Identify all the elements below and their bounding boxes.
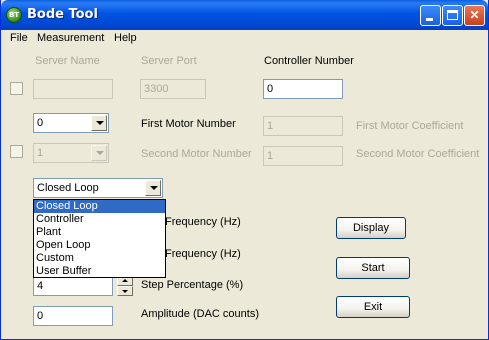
controller-number-field[interactable]: 0 — [263, 79, 343, 99]
second-motor-checkbox[interactable] — [10, 145, 23, 158]
menu-help[interactable]: Help — [114, 32, 137, 44]
minimize-button[interactable] — [420, 5, 441, 26]
menu-measurement-label: Measurement — [37, 32, 105, 44]
dropdown-option[interactable]: User Buffer — [34, 265, 165, 278]
dropdown-option[interactable]: Custom — [34, 252, 165, 265]
dropdown-option[interactable]: Closed Loop — [34, 200, 165, 213]
server-port-label: Server Port — [141, 55, 197, 67]
server-enable-checkbox[interactable] — [10, 82, 23, 95]
end-frequency-label: Frequency (Hz) — [165, 248, 241, 260]
amplitude-label: Amplitude (DAC counts) — [141, 308, 259, 320]
server-name-field[interactable] — [33, 79, 113, 99]
mode-select[interactable]: Closed Loop — [33, 178, 163, 198]
spin-down-button[interactable] — [117, 286, 133, 296]
server-name-label: Server Name — [35, 55, 100, 67]
minimize-icon — [426, 18, 433, 21]
amplitude-field[interactable]: 0 — [33, 306, 113, 326]
mode-dropdown-list: Closed Loop Controller Plant Open Loop C… — [33, 199, 166, 278]
chevron-down-icon[interactable] — [145, 180, 161, 196]
maximize-button[interactable] — [442, 5, 463, 26]
app-logo-icon: BT — [6, 7, 22, 23]
controller-number-label: Controller Number — [264, 55, 354, 67]
step-percentage-label: Step Percentage (%) — [141, 279, 244, 291]
chevron-down-icon[interactable] — [91, 145, 107, 161]
close-icon: ✕ — [469, 8, 480, 22]
start-button[interactable]: Start — [336, 257, 410, 279]
second-coefficient-field[interactable]: 1 — [263, 146, 343, 166]
step-percentage-field[interactable]: 4 — [33, 276, 113, 296]
first-motor-label: First Motor Number — [141, 118, 236, 130]
server-port-field[interactable]: 3300 — [140, 79, 206, 99]
dropdown-option[interactable]: Plant — [34, 226, 165, 239]
menu-measurement[interactable]: Measurement — [37, 32, 104, 44]
chevron-down-icon[interactable] — [91, 115, 107, 131]
first-motor-select[interactable]: 0 — [33, 113, 109, 133]
close-button[interactable]: ✕ — [464, 5, 485, 26]
menu-bar: File Measurement Help — [1, 30, 488, 48]
maximize-icon — [447, 10, 458, 20]
menu-file-label: File — [10, 32, 28, 44]
dropdown-option[interactable]: Controller — [34, 213, 165, 226]
bode-tool-window: BT Bode Tool ✕ File Measurement Help Ser… — [0, 0, 489, 340]
display-button[interactable]: Display — [336, 217, 406, 239]
first-motor-value: 0 — [37, 117, 44, 129]
first-coefficient-label: First Motor Coefficient — [356, 120, 464, 132]
start-frequency-label: Frequency (Hz) — [165, 216, 241, 228]
first-coefficient-field[interactable]: 1 — [263, 116, 343, 136]
step-spinner[interactable] — [117, 276, 133, 296]
title-bar[interactable]: BT Bode Tool ✕ — [1, 0, 488, 30]
second-motor-label: Second Motor Number — [141, 148, 252, 160]
second-coefficient-label: Second Motor Coefficient — [356, 148, 480, 160]
mode-value: Closed Loop — [37, 182, 99, 194]
exit-button[interactable]: Exit — [336, 296, 410, 318]
menu-file[interactable]: File — [10, 32, 28, 44]
menu-help-label: Help — [114, 32, 137, 44]
second-motor-select[interactable]: 1 — [33, 143, 109, 163]
second-motor-value: 1 — [37, 147, 44, 159]
window-title: Bode Tool — [27, 7, 98, 22]
dropdown-option[interactable]: Open Loop — [34, 239, 165, 252]
